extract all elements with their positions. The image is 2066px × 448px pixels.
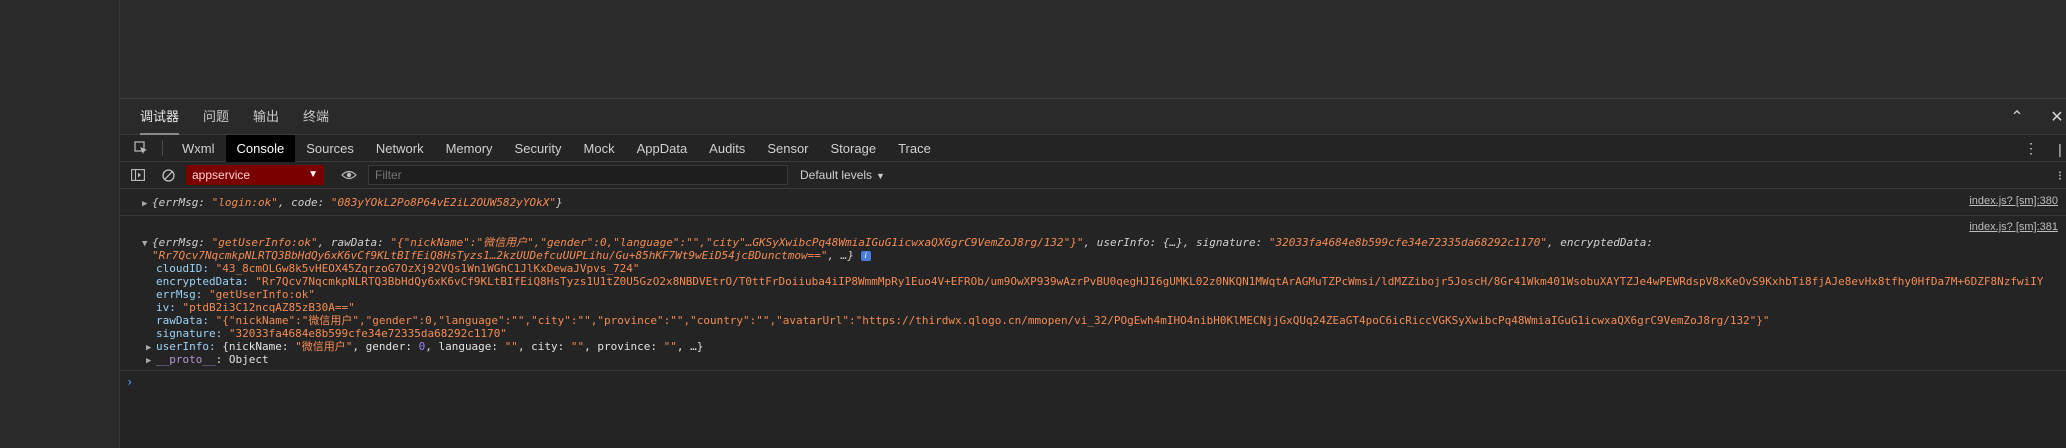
tab-trace[interactable]: Trace [887,135,942,162]
prop-rawData: rawData: "{"nickName":"微信用户","gender":0,… [156,314,1770,327]
tab-problems[interactable]: 问题 [203,99,229,135]
sidebar-toggle-icon[interactable] [126,162,150,189]
tab-debugger[interactable]: 调试器 [140,99,180,135]
tab-audits[interactable]: Audits [698,135,756,162]
prop-errMsg: errMsg: "getUserInfo:ok" [156,288,315,301]
settings-icon[interactable]: ⁝ [2054,168,2066,184]
tab-output[interactable]: 输出 [253,99,279,135]
log-levels-label: Default levels [800,168,873,182]
source-link[interactable]: index.js? [sm]:381 [1969,221,2058,233]
console-prompt[interactable]: › [120,371,2066,393]
prop-encryptedData: encryptedData: "Rr7Qcv7NqcmkpNLRTQ3BbHdQ… [156,275,2044,288]
debugger-controls: ⌃ ✕ [1986,99,2066,135]
dock-icon[interactable]: | [2054,141,2066,157]
expand-triangle-icon[interactable]: ▶ [146,355,156,366]
devtools-panel: 调试器 问题 输出 终端 ⌃ ✕ Wxml Console Sources Ne… [120,99,2066,448]
prompt-chevron-icon: › [126,375,134,389]
tab-terminal[interactable]: 终端 [303,99,329,135]
inspect-element-icon[interactable] [128,135,154,162]
console-message: index.js? [sm]:381 ▼ {errMsg: "getUserInf… [120,216,2066,371]
log-levels-dropdown[interactable]: Default levels ▼ [800,168,885,182]
devtools-tab-bar: Wxml Console Sources Network Memory Secu… [120,134,2066,162]
expand-triangle-icon[interactable]: ▶ [142,198,152,209]
debugger-tab-bar: 调试器 问题 输出 终端 ⌃ ✕ [120,99,2066,135]
tab-appdata[interactable]: AppData [626,135,699,162]
tab-wxml[interactable]: Wxml [171,135,226,162]
caret-down-icon: ▼ [876,171,885,181]
clear-console-icon[interactable] [156,162,180,189]
console-toolbar: appservice ▼ Default levels▼ ⁝ [120,162,2066,189]
tab-memory[interactable]: Memory [435,135,504,162]
divider [162,140,163,156]
context-value: appservice [192,168,251,182]
context-selector[interactable]: appservice ▼ [186,165,324,185]
prop-signature: signature: "32033fa4684e8b599cfe34e72335… [156,327,508,340]
simulator-left-pane [0,0,120,448]
tab-sources[interactable]: Sources [295,135,365,162]
tab-network[interactable]: Network [365,135,435,162]
tab-storage[interactable]: Storage [820,135,888,162]
live-expression-eye-icon[interactable] [334,162,364,189]
info-icon[interactable]: i [860,251,871,261]
collapse-triangle-icon[interactable]: ▼ [142,238,152,249]
prop-cloudID: cloudID: "43_8cmOLGw8k5vHEOX45ZqrzoG7OzX… [156,262,640,275]
tab-security[interactable]: Security [504,135,573,162]
console-message: index.js? [sm]:380 ▶ {errMsg: "login:ok",… [120,190,2066,216]
source-link[interactable]: index.js? [sm]:380 [1969,195,2058,207]
filter-input[interactable] [368,165,788,185]
prop-iv: iv: "ptdB2i3C12ncqAZ85zB30A==" [156,301,355,314]
expand-triangle-icon[interactable]: ▶ [146,342,156,353]
devtools-menu: ⋮ | [2006,135,2066,162]
dropdown-arrow-icon: ▼ [308,169,318,180]
simulator-top-pane [120,0,2066,99]
log-object[interactable]: ▶ {errMsg: "login:ok", code: "083yYOkL2Po… [142,196,2058,209]
console-settings: ⁝ [2054,162,2066,189]
prop-userInfo[interactable]: ▶ userInfo: {nickName: "微信用户", gender: 0,… [142,340,2058,353]
collapse-icon[interactable]: ⌃ [2008,107,2026,127]
tab-console[interactable]: Console [225,134,296,162]
tab-sensor[interactable]: Sensor [756,135,819,162]
prop-proto[interactable]: ▶ __proto__: Object [142,353,2058,366]
log-object-summary[interactable]: ▼ {errMsg: "getUserInfo:ok", rawData: "{"… [142,236,2058,249]
more-options-icon[interactable]: ⋮ [2024,140,2038,157]
log-object-summary-continued: "Rr7Qcv7NqcmkpNLRTQ3BbHdQy6xK6vCf9KLtBIf… [142,249,2058,262]
tab-mock[interactable]: Mock [573,135,626,162]
console-output: index.js? [sm]:380 ▶ {errMsg: "login:ok",… [120,190,2066,448]
close-icon[interactable]: ✕ [2048,107,2066,127]
